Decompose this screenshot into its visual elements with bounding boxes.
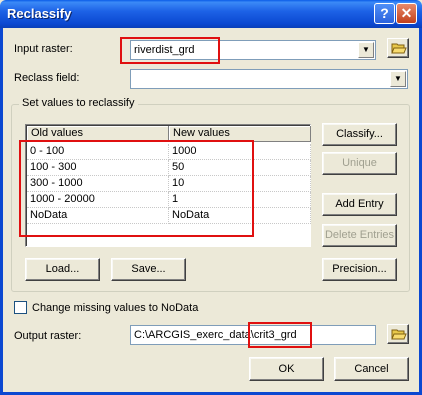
save-button[interactable]: Save... [111,258,186,281]
folder-open-icon [391,43,407,54]
reclass-field-combo[interactable]: ▼ [130,69,408,89]
output-raster-browse-button[interactable] [387,324,409,344]
output-raster-path: C:\ARCGIS_exerc_data\ [134,329,254,341]
window-title: Reclassify [7,6,72,21]
help-icon: ? [380,5,389,21]
chevron-down-icon[interactable]: ▼ [358,42,374,58]
chevron-down-icon[interactable]: ▼ [390,71,406,87]
input-raster-browse-button[interactable] [387,38,409,58]
highlight-input-raster [120,37,220,64]
folder-open-icon [391,329,407,340]
cancel-button[interactable]: Cancel [334,357,409,381]
highlight-output-name [248,322,312,348]
change-missing-label: Change missing values to NoData [32,302,199,314]
help-button[interactable]: ? [374,3,395,24]
window-frame-left [0,28,3,395]
delete-entries-button[interactable]: Delete Entries [322,224,397,247]
close-icon: ✕ [400,5,413,21]
classify-button[interactable]: Classify... [322,123,397,146]
close-button[interactable]: ✕ [396,3,417,24]
highlight-table-values [19,140,254,237]
output-raster-label: Output raster: [14,330,82,342]
precision-button[interactable]: Precision... [322,258,397,281]
load-button[interactable]: Load... [25,258,100,281]
add-entry-button[interactable]: Add Entry [322,193,397,216]
groupbox-legend: Set values to reclassify [19,97,138,109]
input-raster-label: Input raster: [14,43,73,55]
reclass-field-label: Reclass field: [14,72,80,84]
unique-button[interactable]: Unique [322,152,397,175]
ok-button[interactable]: OK [249,357,324,381]
change-missing-checkbox[interactable] [14,301,27,314]
